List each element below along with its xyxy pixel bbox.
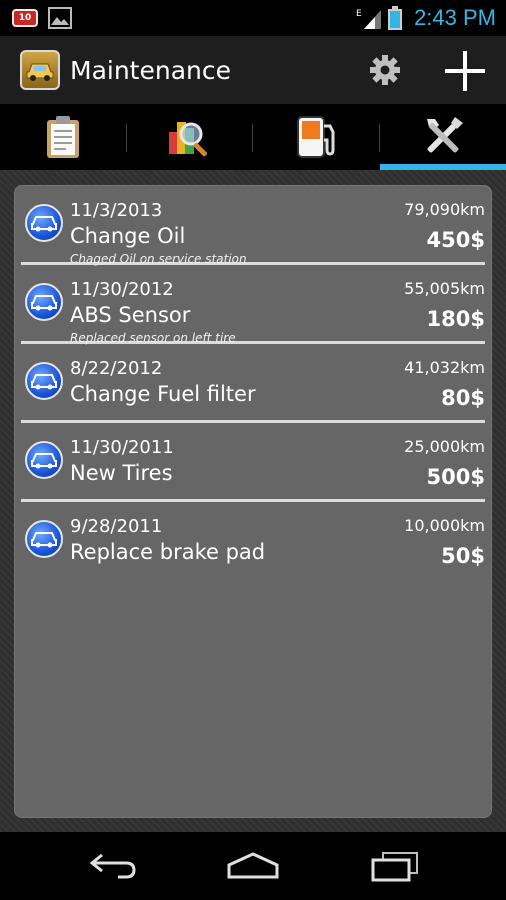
recent-apps-button[interactable] <box>365 848 425 884</box>
record-date: 11/30/2012 <box>70 279 174 300</box>
fuel-pump-icon <box>297 116 335 158</box>
record-date: 11/30/2011 <box>70 437 174 458</box>
battery-icon <box>388 6 403 30</box>
navigation-bar <box>0 832 506 900</box>
record-odometer: 10,000km <box>404 516 485 535</box>
clipboard-icon <box>47 116 80 158</box>
gear-icon <box>370 55 400 85</box>
record-cost: 500$ <box>426 465 485 489</box>
record-odometer: 41,032km <box>404 358 485 377</box>
record-title: ABS Sensor <box>70 303 191 327</box>
home-icon <box>227 852 279 879</box>
record-date: 9/28/2011 <box>70 516 163 537</box>
chart-magnifier-icon <box>168 122 207 157</box>
tools-icon <box>426 117 463 153</box>
maintenance-list: 11/3/2013 Change Oil Chaged Oil on servi… <box>14 185 492 818</box>
record-title: Replace brake pad <box>70 540 266 564</box>
home-button[interactable] <box>223 848 283 884</box>
record-odometer: 25,000km <box>404 437 485 456</box>
notification-badge: 10 <box>12 9 38 27</box>
record-title: New Tires <box>70 461 173 485</box>
record-cost: 450$ <box>426 228 485 252</box>
car-service-icon <box>25 520 63 558</box>
settings-button[interactable] <box>363 48 407 92</box>
notification-area: 10 <box>12 7 72 29</box>
back-button[interactable] <box>83 848 143 884</box>
tab-bar <box>0 104 506 170</box>
record-cost: 50$ <box>441 544 485 568</box>
plus-icon <box>445 51 485 91</box>
signal-icon: E <box>356 9 382 29</box>
record-odometer: 55,005km <box>404 279 485 298</box>
record-odometer: 79,090km <box>404 200 485 219</box>
app-car-icon[interactable] <box>20 50 60 90</box>
car-service-icon <box>25 362 63 400</box>
list-item[interactable]: 11/30/2011 New Tires 25,000km 500$ <box>21 423 485 502</box>
status-bar: 10 E 2:43 PM <box>0 0 506 36</box>
tab-log[interactable] <box>0 104 127 170</box>
back-icon <box>89 853 136 879</box>
record-date: 8/22/2012 <box>70 358 163 379</box>
record-title: Change Oil <box>70 224 186 248</box>
tab-maintenance[interactable] <box>379 104 506 170</box>
recent-apps-icon <box>371 852 418 882</box>
record-note: Chaged Oil on service station <box>70 252 247 266</box>
add-record-button[interactable] <box>440 46 490 96</box>
page-title: Maintenance <box>70 55 231 85</box>
record-date: 11/3/2013 <box>70 200 163 221</box>
list-item[interactable]: 11/30/2012 ABS Sensor Replaced sensor on… <box>21 265 485 345</box>
tab-fuel[interactable] <box>253 104 380 170</box>
record-cost: 80$ <box>441 386 485 410</box>
list-item[interactable]: 11/3/2013 Change Oil Chaged Oil on servi… <box>21 186 485 266</box>
action-bar: Maintenance <box>0 36 506 104</box>
list-item[interactable]: 8/22/2012 Change Fuel filter 41,032km 80… <box>21 344 485 423</box>
content-area: 11/3/2013 Change Oil Chaged Oil on servi… <box>0 170 506 832</box>
list-item[interactable]: 9/28/2011 Replace brake pad 10,000km 50$ <box>21 502 485 581</box>
svg-text:E: E <box>356 9 362 19</box>
record-cost: 180$ <box>426 307 485 331</box>
car-service-icon <box>25 441 63 479</box>
car-service-icon <box>25 283 63 321</box>
clock: 2:43 PM <box>414 5 496 30</box>
status-indicators: E 2:43 PM <box>356 0 496 36</box>
record-title: Change Fuel filter <box>70 382 256 406</box>
gallery-icon <box>48 7 72 29</box>
car-service-icon <box>25 204 63 242</box>
record-note: Replaced sensor on left tire <box>70 331 236 345</box>
tab-reports[interactable] <box>127 104 253 170</box>
